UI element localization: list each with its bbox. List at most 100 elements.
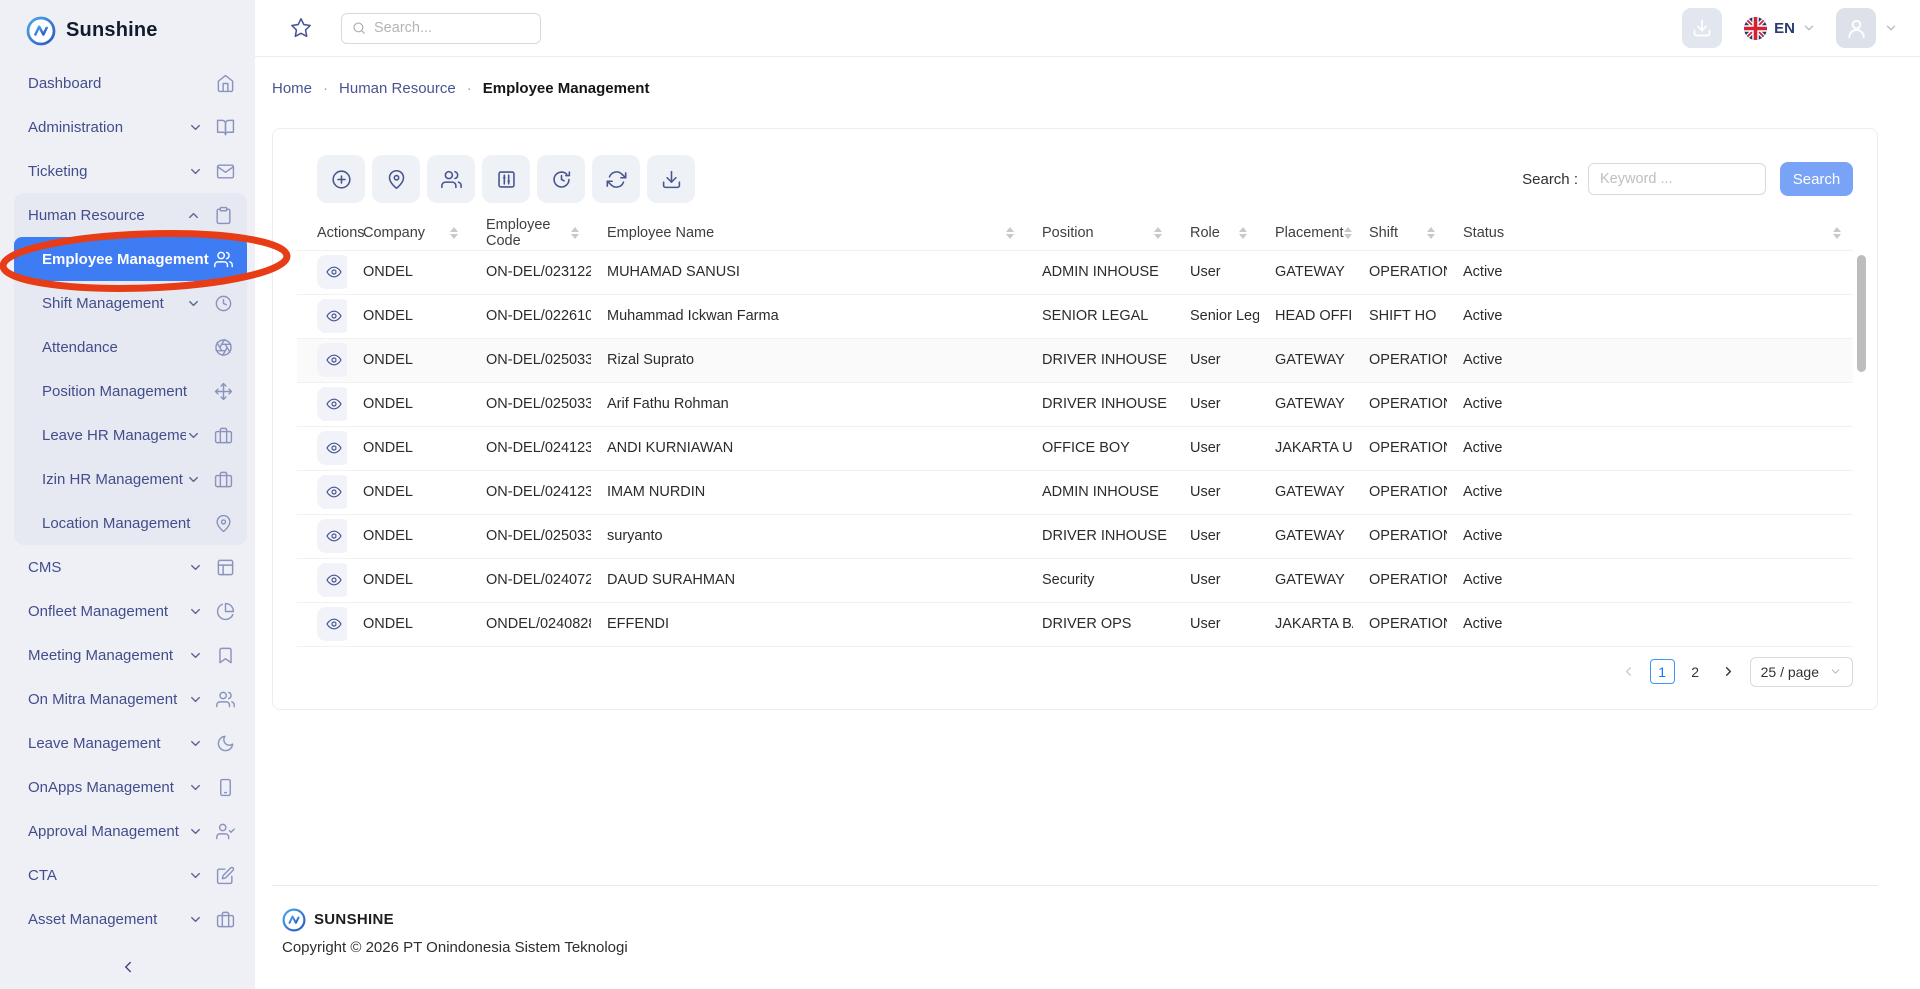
view-button[interactable] <box>317 343 347 377</box>
column-header-placement[interactable]: Placement <box>1259 217 1353 250</box>
global-search-input[interactable] <box>374 20 530 36</box>
breadcrumb-home[interactable]: Home <box>272 80 312 97</box>
placement-cell: GATEWAY <box>1259 470 1353 514</box>
next-page-button[interactable] <box>1716 659 1742 685</box>
sidebar-item-leave-management[interactable]: Leave Management <box>0 721 255 765</box>
chevron-down-icon <box>188 736 203 751</box>
sidebar-item-izin-hr-management[interactable]: Izin HR Management <box>14 457 247 501</box>
filter-button[interactable] <box>482 155 530 203</box>
view-button[interactable] <box>317 475 347 509</box>
shift-cell: OPERATION OTI <box>1353 602 1447 646</box>
page-1-button[interactable]: 1 <box>1650 659 1675 684</box>
view-button[interactable] <box>317 519 347 553</box>
history-button[interactable] <box>537 155 585 203</box>
brand-name: Sunshine <box>66 19 158 42</box>
actions-cell <box>297 558 347 602</box>
sidebar-item-position-management[interactable]: Position Management <box>14 369 247 413</box>
sidebar-item-ticketing[interactable]: Ticketing <box>0 149 255 193</box>
users-icon <box>441 169 462 190</box>
eye-icon <box>326 440 342 456</box>
page-size-label: 25 / page <box>1761 664 1819 680</box>
refresh-button[interactable] <box>592 155 640 203</box>
view-button[interactable] <box>317 387 347 421</box>
role-cell: Senior Legal <box>1174 294 1259 338</box>
eye-icon <box>326 264 342 280</box>
column-header-employee-code[interactable]: Employee Code <box>470 217 591 250</box>
search-button[interactable]: Search <box>1780 162 1853 196</box>
sidebar-item-meeting-management[interactable]: Meeting Management <box>0 633 255 677</box>
code-cell: ON-DEL/02503346 <box>470 382 591 426</box>
clipboard-icon <box>214 206 233 225</box>
favorite-button[interactable] <box>290 17 312 39</box>
shift-cell: OPERATION OTI <box>1353 250 1447 294</box>
name-cell: Arif Fathu Rohman <box>591 382 1026 426</box>
breadcrumb-human-resource[interactable]: Human Resource <box>339 80 456 97</box>
pie-chart-icon <box>216 602 235 621</box>
user-menu[interactable] <box>1836 8 1898 48</box>
sidebar-item-dashboard[interactable]: Dashboard <box>0 61 255 105</box>
view-button[interactable] <box>317 431 347 465</box>
position-cell: OFFICE BOY <box>1026 426 1174 470</box>
placement-cell: GATEWAY <box>1259 250 1353 294</box>
code-cell: ON-DEL/02503348 <box>470 514 591 558</box>
table-scrollbar-thumb[interactable] <box>1857 255 1866 372</box>
sidebar-item-cms[interactable]: CMS <box>0 545 255 589</box>
sidebar-item-cta[interactable]: CTA <box>0 853 255 897</box>
keyword-input[interactable] <box>1588 163 1766 195</box>
employees-button[interactable] <box>427 155 475 203</box>
column-header-company[interactable]: Company <box>347 217 470 250</box>
sidebar-item-employee-management[interactable]: Employee Management <box>14 237 247 281</box>
view-button[interactable] <box>317 299 347 333</box>
sidebar-item-asset-management[interactable]: Asset Management <box>0 897 255 941</box>
brand-logo[interactable]: Sunshine <box>0 0 255 48</box>
table-row: ONDELONDEL/02408284EFFENDIDRIVER OPSUser… <box>297 602 1853 646</box>
actions-cell <box>297 426 347 470</box>
table-row: ONDELON-DEL/02312238MUHAMAD SANUSIADMIN … <box>297 250 1853 294</box>
download-button[interactable] <box>1682 8 1722 48</box>
location-button[interactable] <box>372 155 420 203</box>
sort-carets-icon[interactable] <box>450 227 462 239</box>
view-button[interactable] <box>317 563 347 597</box>
sort-carets-icon[interactable] <box>1833 227 1845 239</box>
actions-cell <box>297 294 347 338</box>
sort-carets-icon[interactable] <box>1154 227 1166 239</box>
briefcase-icon <box>214 470 233 489</box>
sort-carets-icon[interactable] <box>1239 227 1251 239</box>
column-header-status[interactable]: Status <box>1447 217 1853 250</box>
view-button[interactable] <box>317 607 347 641</box>
sidebar-item-location-management[interactable]: Location Management <box>14 501 247 545</box>
page-size-select[interactable]: 25 / page <box>1750 657 1853 687</box>
sort-carets-icon[interactable] <box>1427 227 1439 239</box>
sort-carets-icon[interactable] <box>1006 227 1018 239</box>
sidebar-item-onfleet-management[interactable]: Onfleet Management <box>0 589 255 633</box>
language-selector[interactable]: EN <box>1744 17 1816 40</box>
sidebar-item-attendance[interactable]: Attendance <box>14 325 247 369</box>
column-label: Employee Code <box>486 217 571 249</box>
chevron-down-icon <box>188 164 203 179</box>
column-header-shift[interactable]: Shift <box>1353 217 1447 250</box>
column-header-position[interactable]: Position <box>1026 217 1174 250</box>
sidebar-item-on-mitra-management[interactable]: On Mitra Management <box>0 677 255 721</box>
sidebar-item-label: Leave Management <box>28 735 188 752</box>
export-button[interactable] <box>647 155 695 203</box>
page-2-button[interactable]: 2 <box>1683 659 1708 684</box>
sidebar-item-human-resource[interactable]: Human Resource <box>14 193 247 237</box>
sidebar-item-administration[interactable]: Administration <box>0 105 255 149</box>
sort-carets-icon[interactable] <box>571 227 583 239</box>
sidebar-item-label: Onfleet Management <box>28 603 188 620</box>
sort-carets-icon[interactable] <box>1344 227 1356 239</box>
edit-icon <box>216 866 235 885</box>
name-cell: MUHAMAD SANUSI <box>591 250 1026 294</box>
view-button[interactable] <box>317 255 347 289</box>
column-header-employee-name[interactable]: Employee Name <box>591 217 1026 250</box>
star-icon <box>290 17 312 39</box>
add-button[interactable] <box>317 155 365 203</box>
sidebar-item-shift-management[interactable]: Shift Management <box>14 281 247 325</box>
sidebar-item-leave-hr-management[interactable]: Leave HR Management <box>14 413 247 457</box>
column-header-role[interactable]: Role <box>1174 217 1259 250</box>
previous-page-button[interactable] <box>1616 659 1642 685</box>
sidebar-item-onapps-management[interactable]: OnApps Management <box>0 765 255 809</box>
sidebar-item-approval-management[interactable]: Approval Management <box>0 809 255 853</box>
bookmark-icon <box>216 646 235 665</box>
sidebar-collapse-button[interactable] <box>0 945 255 989</box>
